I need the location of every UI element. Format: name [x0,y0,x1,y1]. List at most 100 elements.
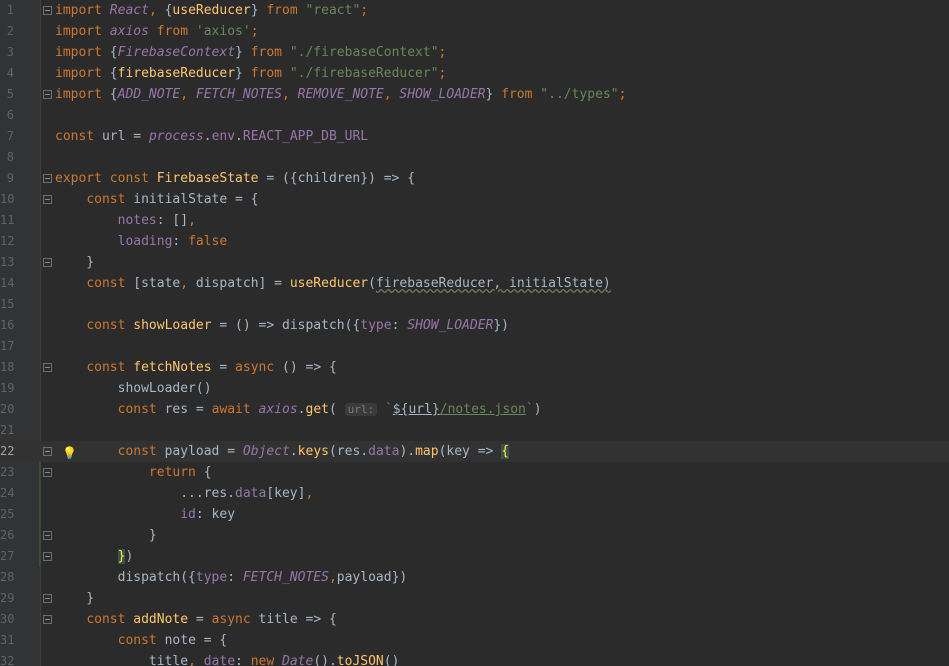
code-line[interactable]: 10 const initialState = { [0,189,949,210]
fold-toggle-icon[interactable] [43,468,52,477]
code-token: { [109,87,118,102]
code-line[interactable]: 1 import React, {useReducer} from "react"… [0,0,949,21]
code-token: const [86,360,134,375]
code-line[interactable]: 16 const showLoader = () => dispatch({ty… [0,315,949,336]
code-token: { [109,45,118,60]
code-line[interactable]: 2 import axios from 'axios'; [0,21,949,42]
code-text[interactable]: dispatch({type: FETCH_NOTES,payload}) [55,567,408,588]
fold-toggle-icon[interactable] [43,447,52,456]
code-token: showLoader() [55,381,212,396]
code-line[interactable]: 24 ...res.data[key], [0,483,949,504]
code-line[interactable]: 21 [0,420,949,441]
code-text[interactable]: const addNote = async title => { [55,609,337,630]
code-token: , [180,276,196,291]
code-token: get [305,402,329,417]
code-line[interactable]: 18 const fetchNotes = async () => { [0,357,949,378]
code-line[interactable]: 14 const [state, dispatch] = useReducer(… [0,273,949,294]
fold-toggle-icon[interactable] [43,615,52,624]
code-line[interactable]: 9 export const FirebaseState = ({children… [0,168,949,189]
code-text[interactable]: id: key [55,504,235,525]
code-line[interactable]: 20 const res = await axios.get( url: `${… [0,399,949,420]
fold-toggle-icon[interactable] [43,90,52,99]
code-line[interactable]: 3 import {FirebaseContext} from "./fireba… [0,42,949,63]
code-text[interactable]: } [55,525,157,546]
code-token: , [305,486,314,501]
code-line[interactable]: 15 [0,294,949,315]
line-number: 7 [6,129,14,143]
code-line[interactable]: 30 const addNote = async title => { [0,609,949,630]
code-token: ) [125,549,134,564]
code-text[interactable]: export const FirebaseState = ({children}… [55,168,415,189]
fold-toggle-icon[interactable] [43,258,52,267]
code-text[interactable]: ...res.data[key], [55,483,313,504]
code-line[interactable]: 19 showLoader() [0,378,949,399]
code-line[interactable]: 4 import {firebaseReducer} from "./fireba… [0,63,949,84]
code-token: showLoader [133,318,212,333]
fold-toggle-icon[interactable] [43,195,52,204]
code-text[interactable]: const res = await axios.get( url: `${url… [55,399,542,420]
code-line[interactable]: 26 } [0,525,949,546]
code-text[interactable]: return { [55,462,212,483]
code-text[interactable]: const showLoader = () => dispatch({type:… [55,315,509,336]
code-text[interactable]: import React, {useReducer} from "react"; [55,0,368,21]
code-line[interactable]: 22 💡 const payload = Object.keys(res.data… [0,441,949,462]
code-line[interactable]: 32 title, date: new Date().toJSON() [0,651,949,666]
code-text[interactable]: import {firebaseReducer} from "./firebas… [55,63,446,84]
code-text[interactable]: } [55,588,94,609]
code-text[interactable]: import {ADD_NOTE, FETCH_NOTES, REMOVE_NO… [55,84,626,105]
code-token: Date [282,654,314,666]
fold-toggle-icon[interactable] [43,363,52,372]
code-line[interactable]: 11 notes: [], [0,210,949,231]
code-line[interactable]: 31 const note = { [0,630,949,651]
code-text[interactable]: } [55,252,94,273]
code-line[interactable]: 12 loading: false [0,231,949,252]
code-text[interactable]: showLoader() [55,378,212,399]
fold-toggle-icon[interactable] [43,174,52,183]
code-text[interactable]: }) [55,546,133,567]
code-text[interactable]: const initialState = { [55,189,258,210]
code-token: "react" [305,3,361,18]
code-line[interactable]: 13 } [0,252,949,273]
line-number: 2 [6,24,14,38]
code-text[interactable]: title, date: new Date().toJSON() [55,651,400,666]
code-line[interactable]: 28 dispatch({type: FETCH_NOTES,payload}) [0,567,949,588]
code-editor[interactable]: 1 import React, {useReducer} from "react"… [0,0,949,666]
line-number: 28 [0,570,15,584]
code-token: import [55,3,110,18]
code-text[interactable]: import axios from 'axios'; [55,21,259,42]
fold-toggle-icon[interactable] [43,552,52,561]
code-token: const [86,192,134,207]
code-token: ; [438,66,447,81]
code-token: (). [313,654,337,666]
fold-toggle-icon[interactable] [43,594,52,603]
code-line[interactable]: 7 const url = process.env.REACT_APP_DB_UR… [0,126,949,147]
code-line[interactable]: 27 }) [0,546,949,567]
code-text[interactable]: const payload = Object.keys(res.data).ma… [55,441,510,462]
fold-toggle-icon[interactable] [43,6,52,15]
code-line[interactable]: 29 } [0,588,949,609]
code-token: { [203,465,212,480]
code-text[interactable]: import {FirebaseContext} from "./firebas… [55,42,446,63]
code-line[interactable]: 17 [0,336,949,357]
code-token: data [368,444,400,459]
line-number: 17 [0,339,15,353]
code-line[interactable]: 5 import {ADD_NOTE, FETCH_NOTES, REMOVE_N… [0,84,949,105]
code-text[interactable]: const note = { [55,630,228,651]
code-token: : key [195,507,236,522]
code-line[interactable]: 6 [0,105,949,126]
code-line[interactable]: 23 return { [0,462,949,483]
code-token: note = { [164,633,228,648]
code-token: addNote [133,612,189,627]
code-token: ` [384,402,393,417]
code-token: "./firebaseContext" [289,45,439,60]
code-text[interactable]: const [state, dispatch] = useReducer(fir… [55,273,610,294]
code-text[interactable]: loading: false [55,231,228,252]
fold-toggle-icon[interactable] [43,531,52,540]
code-text[interactable]: const fetchNotes = async () => { [55,357,337,378]
code-line[interactable]: 25 id: key [0,504,949,525]
code-text[interactable]: notes: [], [55,210,196,231]
code-text[interactable]: const url = process.env.REACT_APP_DB_URL [55,126,368,147]
code-line[interactable]: 8 [0,147,949,168]
